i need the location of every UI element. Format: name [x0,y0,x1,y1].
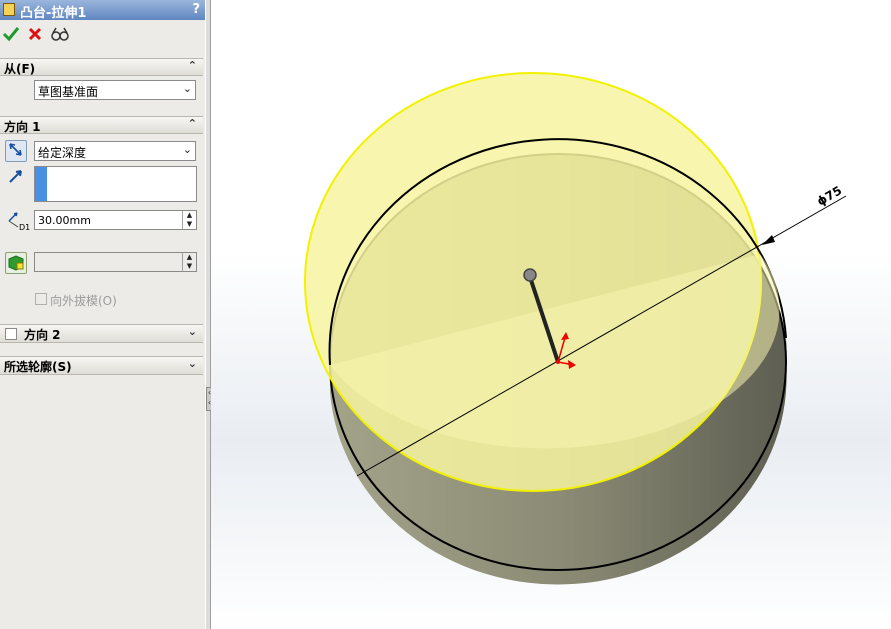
collapse-chevron-icon: ⌃ [187,117,197,130]
reverse-direction-icon [9,143,22,156]
draft-icon [8,255,24,271]
handle-knob-icon [523,268,537,282]
collapse-chevron-icon: ⌃ [187,59,197,72]
expand-chevron-icon: ⌄ [187,325,197,338]
direction2-section-header[interactable]: 方向 2 ⌄ [0,324,203,343]
x-icon [28,27,42,41]
from-section-body: 草图基准面 ⌄ [0,77,203,108]
chevron-down-icon: ⌄ [182,82,192,95]
draft-toggle-button[interactable] [5,252,27,274]
glasses-icon [51,27,69,41]
cancel-button[interactable] [25,25,45,45]
direction-reference-listbox[interactable] [34,166,197,202]
ok-button[interactable] [1,25,21,45]
depth-spinner[interactable]: ▲ ▼ [182,211,196,229]
from-section-header[interactable]: 从(F) ⌃ [0,58,203,76]
diameter-dimension-text: ϕ75 [815,183,845,208]
direction1-section-title: 方向 1 [4,120,41,134]
end-condition-select[interactable]: 给定深度 ⌄ [34,141,196,161]
draft-outward-checkbox[interactable] [35,293,47,305]
draft-outward-label: 向外拔模(O) [50,294,117,308]
direction1-section-header[interactable]: 方向 1 ⌃ [0,116,203,134]
draft-spinner[interactable]: ▲ ▼ [182,253,196,271]
property-manager-panel: 凸台-拉伸1 ? 从(F) ⌃ 草图基准面 ⌄ 方向 1 ⌃ 给定深度 ⌄ D1… [0,0,206,629]
help-button[interactable]: ? [192,2,200,17]
chevron-down-icon: ⌄ [182,143,192,156]
extrude-feature-icon [3,3,15,16]
direction2-section-title: 方向 2 [24,328,61,342]
depth-dimension-tag: D1 [19,223,30,231]
selection-highlight [35,167,47,201]
reverse-direction-button[interactable] [5,140,27,162]
start-condition-value: 草图基准面 [38,85,99,99]
panel-titlebar: 凸台-拉伸1 ? [0,0,205,21]
from-section-title: 从(F) [4,62,36,76]
direction1-section-body: 给定深度 ⌄ D1 30.00mm ▲ ▼ ▲ ▼ 向外拔模(O) [0,135,203,315]
selected-contours-section-header[interactable]: 所选轮廓(S) ⌄ [0,356,203,375]
depth-dimension-icon: D1 [6,209,30,234]
extrude-preview-canvas[interactable]: ϕ75 [211,0,891,629]
panel-title: 凸台-拉伸1 [20,6,87,21]
graphics-viewport[interactable]: ϕ75 [211,0,891,629]
end-condition-value: 给定深度 [38,146,87,160]
direction2-checkbox[interactable] [5,328,17,340]
direction-vector-icon [8,168,24,187]
checkmark-icon [2,27,20,42]
selected-contours-section-title: 所选轮廓(S) [4,360,72,374]
expand-chevron-icon: ⌄ [187,357,197,370]
depth-value: 30.00mm [38,214,91,227]
preview-button[interactable] [50,25,70,45]
start-condition-select[interactable]: 草图基准面 ⌄ [34,80,196,100]
panel-toolbar [0,22,205,48]
depth-input[interactable]: 30.00mm ▲ ▼ [34,210,197,230]
draft-angle-input[interactable]: ▲ ▼ [34,252,197,272]
